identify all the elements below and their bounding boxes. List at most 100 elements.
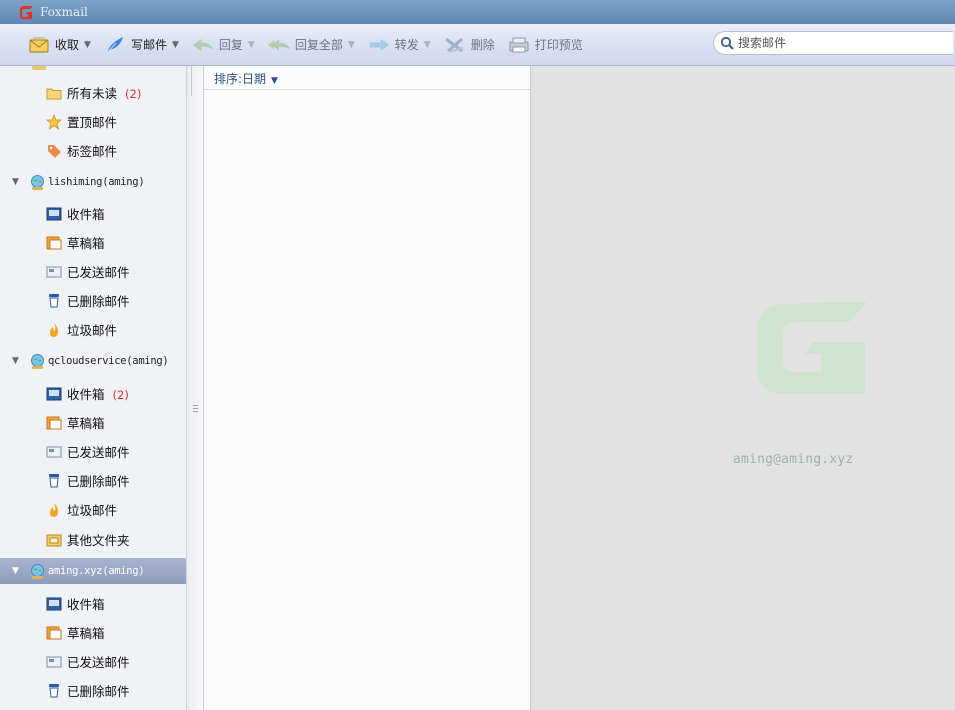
envelope-icon <box>27 34 51 56</box>
folder-inbox[interactable]: 收件箱 <box>0 199 186 228</box>
inbox-icon <box>46 596 62 612</box>
folder-label: 已发送邮件 <box>67 655 130 670</box>
folder-inbox[interactable]: 收件箱 <box>0 589 186 618</box>
folder-trash[interactable]: 已删除邮件 <box>0 286 186 315</box>
print-preview-button[interactable]: 打印预览 <box>504 30 586 60</box>
account-aming-xyz[interactable]: ▼ aming.xyz(aming) <box>0 558 186 584</box>
compose-button[interactable]: 写邮件 ▼ <box>100 30 182 60</box>
forward-arrow-icon <box>367 34 391 56</box>
reply-button[interactable]: 回复 ▼ <box>188 30 258 60</box>
folder-drafts[interactable]: 草稿箱 <box>0 618 186 647</box>
main-toolbar: 收取 ▼ 写邮件 ▼ 回复 ▼ 回复全部 ▼ 转发 ▼ 删除 打印预览 搜索邮件 <box>0 24 955 66</box>
junk-flame-icon <box>46 322 62 338</box>
folder-sent[interactable]: 已发送邮件 <box>0 647 186 676</box>
trash-icon <box>46 473 62 489</box>
reply-arrow-icon <box>191 34 215 56</box>
receive-label: 收取 <box>55 38 80 52</box>
folder-label: 已发送邮件 <box>67 265 130 280</box>
trash-icon <box>46 293 62 309</box>
folder-sent[interactable]: 已发送邮件 <box>0 257 186 286</box>
forward-label: 转发 <box>394 38 419 52</box>
delete-button[interactable]: 删除 <box>440 30 498 60</box>
folder-other[interactable]: 其他文件夹 <box>0 525 186 554</box>
account-globe-icon <box>28 173 46 191</box>
folder-icon <box>46 85 62 101</box>
reply-all-button[interactable]: 回复全部 ▼ <box>264 30 358 60</box>
folder-inbox[interactable]: 收件箱 (2) <box>0 379 186 408</box>
folder-tagged[interactable]: 标签邮件 <box>0 136 186 165</box>
forward-button[interactable]: 转发 ▼ <box>364 30 434 60</box>
chevron-down-icon[interactable]: ▼ <box>348 40 355 50</box>
chevron-down-icon[interactable]: ▼ <box>172 40 179 50</box>
folder-label: 已删除邮件 <box>67 474 130 489</box>
sent-icon <box>46 654 62 670</box>
sort-dropdown[interactable]: 排序:日期 ▼ <box>214 70 278 87</box>
account-qcloudservice[interactable]: ▼ qcloudservice(aming) <box>0 348 186 374</box>
foxmail-logo-icon <box>18 4 34 20</box>
folder-junk[interactable]: 垃圾邮件 <box>0 495 186 524</box>
folder-label: 收件箱 <box>67 387 105 402</box>
folder-label: 草稿箱 <box>67 626 105 641</box>
reply-all-arrow-icon <box>267 34 291 56</box>
trash-icon <box>46 683 62 699</box>
inbox-icon <box>46 206 62 222</box>
folder-label: 其他文件夹 <box>67 533 130 548</box>
chevron-down-icon: ▼ <box>271 76 278 86</box>
chevron-down-icon[interactable]: ▼ <box>84 40 91 50</box>
folder-label: 草稿箱 <box>67 416 105 431</box>
mail-list-pane[interactable]: 排序:日期 ▼ <box>204 66 531 710</box>
chevron-down-icon[interactable]: ▼ <box>12 566 19 576</box>
foxmail-watermark-logo-icon <box>757 302 867 394</box>
chevron-down-icon[interactable]: ▼ <box>12 356 19 366</box>
folder-icon <box>32 66 46 70</box>
reply-all-label: 回复全部 <box>294 38 343 52</box>
folder-label: 垃圾邮件 <box>67 323 118 338</box>
reply-label: 回复 <box>218 38 243 52</box>
search-input[interactable] <box>736 36 940 50</box>
folder-label: 已发送邮件 <box>67 445 130 460</box>
print-preview-label: 打印预览 <box>534 38 583 52</box>
folder-trash[interactable]: 已删除邮件 <box>0 676 186 705</box>
pane-splitter[interactable] <box>187 66 204 710</box>
junk-flame-icon <box>46 502 62 518</box>
delete-label: 删除 <box>470 38 495 52</box>
title-bar[interactable]: Foxmail <box>0 0 955 24</box>
folder-drafts[interactable]: 草稿箱 <box>0 408 186 437</box>
folder-pinned[interactable]: 置顶邮件 <box>0 107 186 136</box>
sort-bar[interactable]: 排序:日期 ▼ <box>204 66 530 90</box>
chevron-down-icon[interactable]: ▼ <box>248 40 255 50</box>
star-icon <box>46 113 62 130</box>
folder-drafts[interactable]: 草稿箱 <box>0 228 186 257</box>
folder-label: 所有未读 <box>67 86 118 101</box>
preview-pane: aming@aming.xyz <box>532 66 955 710</box>
drafts-icon <box>46 625 62 641</box>
search-box[interactable] <box>713 31 953 55</box>
search-icon <box>718 34 736 52</box>
drafts-icon <box>46 235 62 251</box>
drafts-icon <box>46 415 62 431</box>
printer-icon <box>507 34 531 56</box>
chevron-down-icon[interactable]: ▼ <box>424 40 431 50</box>
delete-x-icon <box>443 34 467 56</box>
folder-label: 已删除邮件 <box>67 294 130 309</box>
account-name: qcloudservice(aming) <box>48 355 169 367</box>
folder-label: 垃圾邮件 <box>67 503 118 518</box>
feather-pen-icon <box>103 34 127 56</box>
splitter-line <box>191 66 192 96</box>
account-globe-icon <box>28 562 46 580</box>
folder-label: 标签邮件 <box>67 144 118 159</box>
folder-sent[interactable]: 已发送邮件 <box>0 437 186 466</box>
splitter-grip[interactable] <box>193 405 198 414</box>
folder-all-unread[interactable]: 所有未读 (2) <box>0 78 186 107</box>
folder-label: 收件箱 <box>67 207 105 222</box>
sort-label: 排序:日期 <box>214 72 267 86</box>
unread-count: (2) <box>125 87 142 101</box>
chevron-down-icon[interactable]: ▼ <box>12 177 19 187</box>
folder-label: 已删除邮件 <box>67 684 130 699</box>
account-name: aming.xyz(aming) <box>48 565 145 577</box>
account-lishiming[interactable]: ▼ lishiming(aming) <box>0 169 186 195</box>
receive-button[interactable]: 收取 ▼ <box>24 30 94 60</box>
folder-trash[interactable]: 已删除邮件 <box>0 466 186 495</box>
folder-junk[interactable]: 垃圾邮件 <box>0 315 186 344</box>
account-email: aming@aming.xyz <box>733 452 854 467</box>
